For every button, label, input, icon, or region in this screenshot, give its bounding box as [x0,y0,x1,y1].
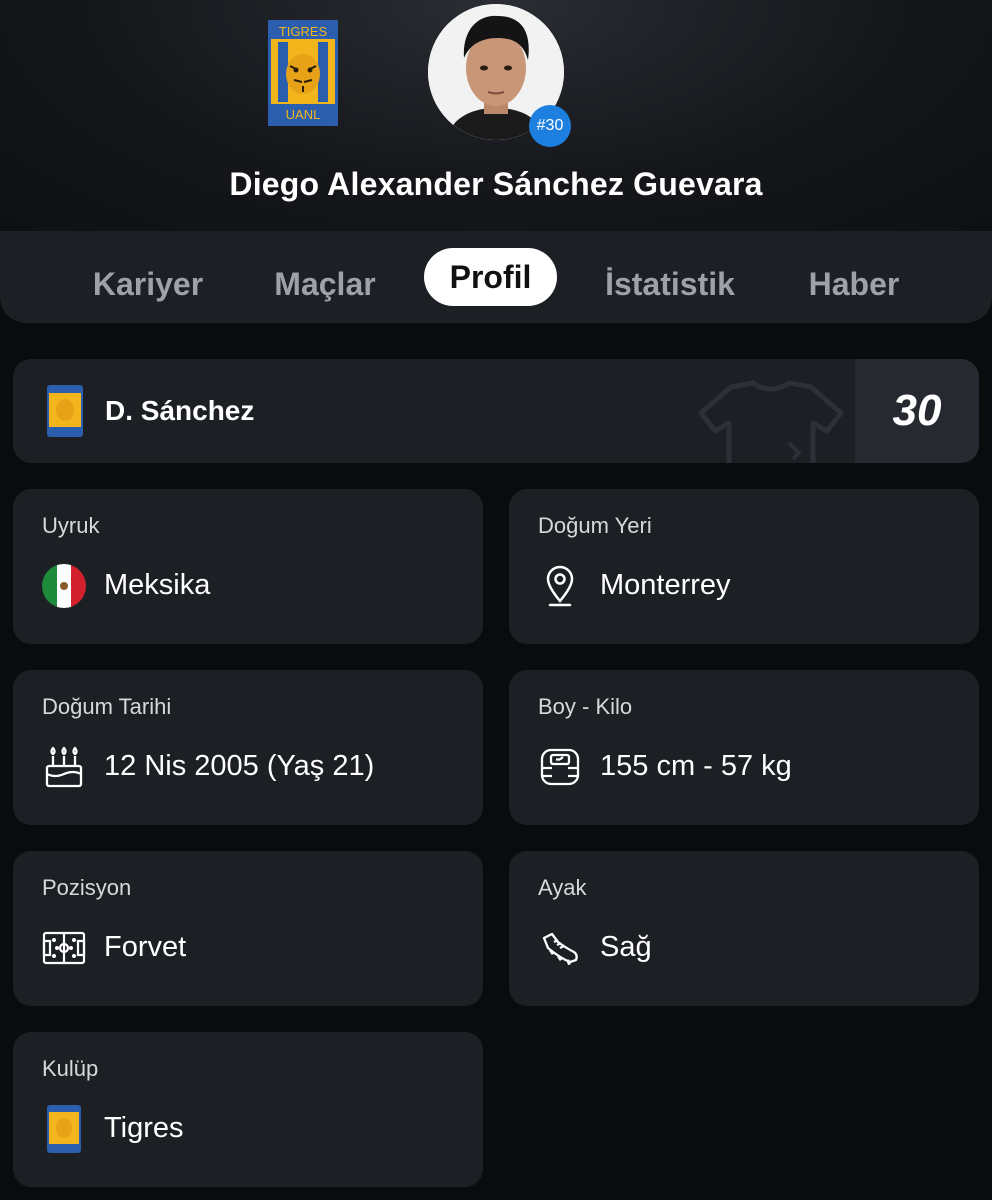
club-mini-crest-icon [47,385,83,437]
football-boot-icon [538,926,582,970]
birthplace-value: Monterrey [600,569,731,601]
profile-tabs: Kariyer Maçlar Profil İstatistik Haber [0,231,992,323]
shirt-number-badge: #30 [529,105,571,147]
position-label: Pozisyon [42,875,132,900]
info-card-foot: Ayak Sağ [509,851,979,1006]
shirt-card: D. Sánchez 30 [13,359,979,463]
tab-maclar[interactable]: Maçlar [258,255,392,313]
scale-icon [538,745,582,789]
birthplace-label: Doğum Yeri [538,513,652,538]
info-card-birthplace: Doğum Yeri Monterrey [509,489,979,644]
nationality-label: Uyruk [42,513,100,538]
position-value: Forvet [104,931,187,963]
info-card-height-weight: Boy - Kilo 155 cm - 57 kg [509,670,979,825]
foot-label: Ayak [538,875,587,900]
info-card-nationality: Uyruk Meksika [13,489,483,644]
club-crest-top-text: TIGRES [279,24,328,39]
birthdate-label: Doğum Tarihi [42,694,172,719]
player-full-name: Diego Alexander Sánchez Guevara [229,166,763,202]
height-weight-label: Boy - Kilo [538,694,633,719]
info-card-position: Pozisyon Forvet [13,851,483,1006]
foot-value: Sağ [600,931,652,963]
tab-haber[interactable]: Haber [792,255,916,313]
info-card-birthdate: Doğum Tarihi 12 Nis 2005 (Yaş 21) [13,670,483,825]
player-short-name: D. Sánchez [105,395,255,426]
club-crest-bottom-text: UANL [286,107,321,122]
info-card-club[interactable]: Kulüp Tigres [13,1032,483,1187]
birthday-cake-icon [42,745,86,789]
club-label: Kulüp [42,1056,99,1081]
mexico-flag-icon [42,564,86,608]
height-weight-value: 155 cm - 57 kg [600,750,792,782]
tab-kariyer[interactable]: Kariyer [78,255,218,313]
location-pin-icon [538,564,582,608]
tab-istatistik[interactable]: İstatistik [594,255,746,313]
shirt-watermark-icon [698,380,844,463]
pitch-icon [42,926,86,970]
club-crest-icon: TIGRES UANL [268,20,338,126]
player-header: TIGRES UANL #30 Diego Alexander Sánchez … [0,0,992,232]
club-logo-icon [42,1105,86,1153]
tab-profil[interactable]: Profil [424,248,557,306]
shirt-number: 30 [855,359,979,463]
club-value: Tigres [104,1112,184,1144]
birthdate-value: 12 Nis 2005 (Yaş 21) [104,750,375,782]
nationality-value: Meksika [104,569,211,601]
